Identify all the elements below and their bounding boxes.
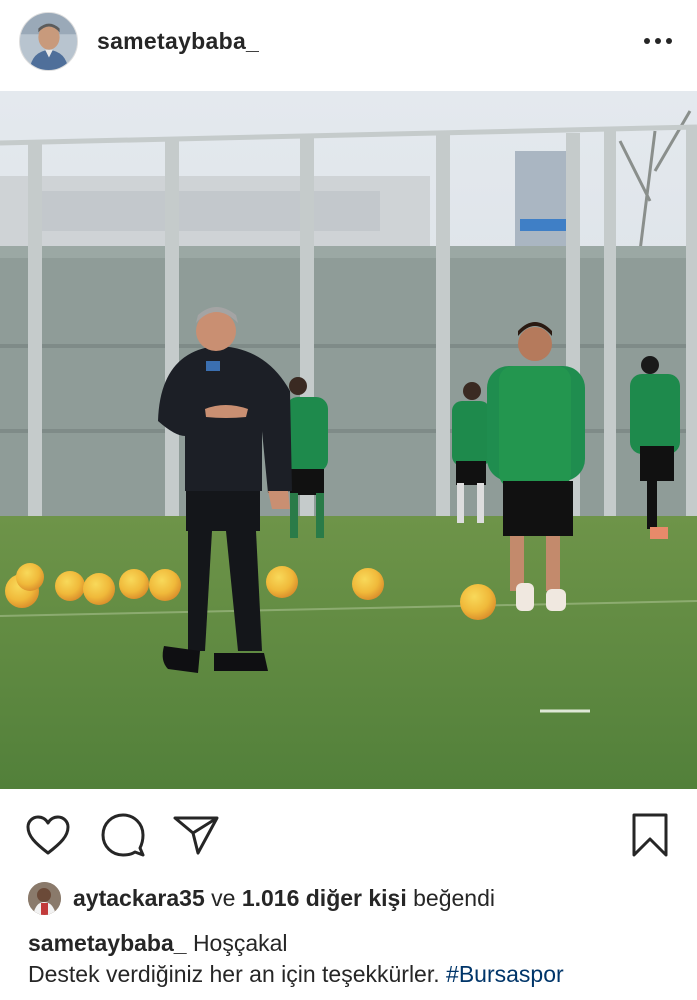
avatar-image xyxy=(20,13,77,70)
caption-text-line1: Hoşçakal xyxy=(192,930,288,956)
heart-icon xyxy=(26,815,70,855)
bookmark-icon xyxy=(632,813,668,857)
caption-first-line: sametaybaba_ Hoşçakal xyxy=(28,928,688,959)
author-avatar[interactable] xyxy=(19,12,78,71)
post-photo[interactable] xyxy=(0,91,697,789)
more-horizontal-icon xyxy=(644,38,650,44)
more-options-button[interactable] xyxy=(640,26,676,56)
likes-connector: ve xyxy=(211,885,236,911)
author-username[interactable]: sametaybaba_ xyxy=(97,28,259,55)
more-horizontal-icon xyxy=(655,38,661,44)
save-button[interactable] xyxy=(626,812,674,858)
paper-plane-icon xyxy=(173,816,219,855)
post-header: sametaybaba_ xyxy=(0,0,697,90)
caption-author[interactable]: sametaybaba_ xyxy=(28,930,187,956)
like-button[interactable] xyxy=(24,812,72,858)
share-button[interactable] xyxy=(172,812,220,858)
liker-username[interactable]: aytackara35 xyxy=(73,885,205,911)
comment-icon xyxy=(101,813,145,857)
likes-count[interactable]: 1.016 diğer kişi xyxy=(242,885,407,911)
likes-row: aytackara35 ve 1.016 diğer kişi beğendi xyxy=(0,878,697,918)
post-action-bar xyxy=(0,790,697,872)
post-caption: sametaybaba_ Hoşçakal Destek verdiğiniz … xyxy=(28,928,688,990)
liker-avatar-image xyxy=(28,882,61,915)
caption-text-line2: Destek verdiğiniz her an için teşekkürle… xyxy=(28,961,440,987)
more-horizontal-icon xyxy=(666,38,672,44)
caption-hashtag[interactable]: #Bursaspor xyxy=(446,961,564,987)
training-pitch-photo xyxy=(0,91,697,789)
comment-button[interactable] xyxy=(99,812,147,858)
caption-second-line: Destek verdiğiniz her an için teşekkürle… xyxy=(28,959,688,990)
liker-avatar[interactable] xyxy=(28,882,61,915)
likes-suffix: beğendi xyxy=(413,885,495,911)
likes-summary: aytackara35 ve 1.016 diğer kişi beğendi xyxy=(73,885,495,912)
